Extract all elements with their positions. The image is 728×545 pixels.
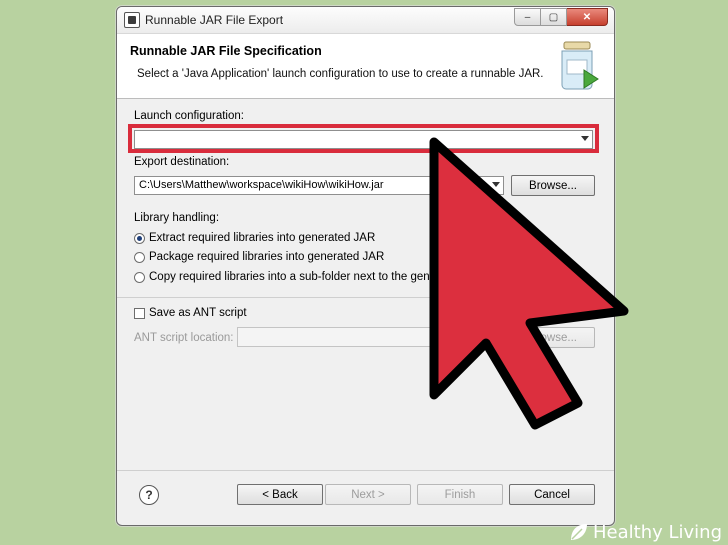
ant-location-label: ANT script location: (134, 332, 234, 344)
library-option-label: Package required libraries into generate… (149, 251, 385, 263)
save-ant-checkbox-row[interactable]: Save as ANT script (134, 307, 247, 319)
window-controls: – ▢ ✕ (514, 8, 608, 26)
brand-text: Healthy Living (593, 521, 722, 543)
healthy-living-logo: Healthy Living (568, 521, 722, 543)
minimize-button[interactable]: – (514, 8, 541, 26)
save-ant-label: Save as ANT script (149, 307, 247, 319)
cancel-button[interactable]: Cancel (509, 484, 595, 505)
highlight-box (128, 124, 599, 153)
library-option-label: Extract required libraries into generate… (149, 232, 376, 244)
library-option-label: Copy required libraries into a sub-folde… (149, 271, 437, 283)
radio-icon[interactable] (134, 251, 145, 263)
footer-divider (117, 470, 614, 471)
launch-config-label: Launch configuration: (134, 110, 244, 122)
wizard-banner: Runnable JAR File Specification Select a… (117, 34, 614, 99)
title-bar: Runnable JAR File Export – ▢ ✕ (117, 7, 614, 34)
library-option-extract[interactable]: Extract required libraries into generate… (134, 232, 375, 244)
page-description: Select a 'Java Application' launch confi… (137, 68, 544, 80)
jar-export-icon (561, 41, 599, 90)
radio-selected-icon[interactable] (134, 232, 145, 244)
page-title: Runnable JAR File Specification (130, 44, 322, 58)
divider (117, 297, 614, 298)
leaf-icon (571, 524, 587, 540)
close-button[interactable]: ✕ (567, 8, 608, 26)
ant-browse-button: Browse... (511, 327, 595, 348)
export-destination-value: C:\Users\Matthew\workspace\wikiHow\wikiH… (139, 179, 384, 191)
radio-icon[interactable] (134, 271, 145, 283)
export-destination-label: Export destination: (134, 156, 230, 168)
finish-button: Finish (417, 484, 503, 505)
chevron-down-icon (492, 182, 500, 187)
export-dialog: Runnable JAR File Export – ▢ ✕ Runnable … (116, 6, 615, 526)
maximize-button[interactable]: ▢ (541, 8, 567, 26)
eclipse-app-icon (124, 12, 140, 28)
next-button: Next > (325, 484, 411, 505)
library-option-package[interactable]: Package required libraries into generate… (134, 251, 384, 263)
export-destination-combo[interactable]: C:\Users\Matthew\workspace\wikiHow\wikiH… (134, 176, 504, 195)
back-button[interactable]: < Back (237, 484, 323, 505)
help-icon[interactable]: ? (139, 485, 159, 505)
export-browse-button[interactable]: Browse... (511, 175, 595, 196)
library-handling-label: Library handling: (134, 212, 220, 224)
checkbox-icon[interactable] (134, 307, 145, 319)
library-option-copy[interactable]: Copy required libraries into a sub-folde… (134, 271, 436, 283)
window-title: Runnable JAR File Export (145, 13, 284, 27)
ant-location-field (237, 327, 504, 347)
